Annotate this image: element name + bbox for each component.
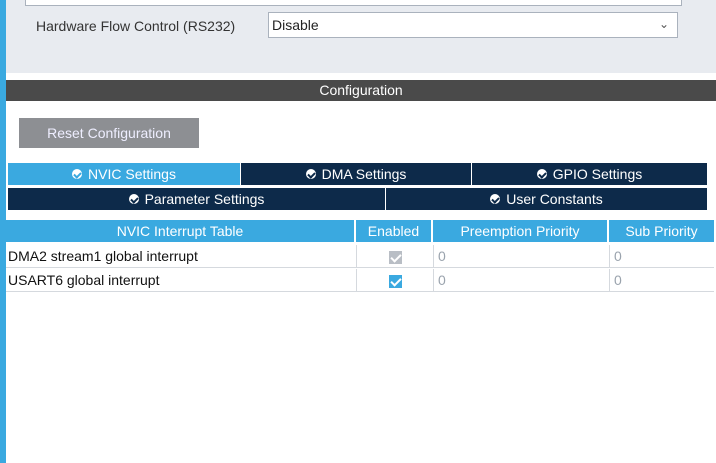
- tab-nvic-settings[interactable]: NVIC Settings: [8, 163, 241, 185]
- sub-priority-value[interactable]: 0: [609, 245, 714, 267]
- sub-priority-value[interactable]: 0: [609, 269, 714, 291]
- tab-parameter-settings[interactable]: Parameter Settings: [8, 188, 386, 210]
- column-header-preemption-priority[interactable]: Preemption Priority: [433, 220, 609, 242]
- check-circle-icon: [128, 194, 139, 204]
- column-header-enabled[interactable]: Enabled: [356, 220, 433, 242]
- tab-user-constants[interactable]: User Constants: [386, 188, 708, 210]
- enabled-cell: [356, 245, 433, 267]
- chevron-down-icon: ⌄: [658, 17, 669, 31]
- partially-visible-field[interactable]: [25, 0, 682, 6]
- tab-label: User Constants: [506, 191, 603, 207]
- tab-gpio-settings[interactable]: GPIO Settings: [472, 163, 708, 185]
- tab-dma-settings[interactable]: DMA Settings: [241, 163, 472, 185]
- preemption-priority-value[interactable]: 0: [433, 245, 609, 267]
- tab-label: NVIC Settings: [88, 166, 176, 182]
- column-header-sub-priority[interactable]: Sub Priority: [609, 220, 714, 242]
- check-circle-icon: [536, 169, 547, 179]
- column-header-nvic-interrupt-table[interactable]: NVIC Interrupt Table: [6, 220, 356, 242]
- tab-label: GPIO Settings: [552, 166, 643, 182]
- enabled-checkbox[interactable]: [388, 274, 402, 288]
- hfc-select-value: Disable: [272, 17, 319, 33]
- interrupt-name: DMA2 stream1 global interrupt: [8, 248, 198, 264]
- reset-configuration-button[interactable]: Reset Configuration: [19, 118, 199, 148]
- check-circle-icon: [305, 169, 316, 179]
- check-circle-icon: [72, 169, 83, 179]
- enabled-checkbox: [388, 250, 402, 264]
- tab-label: Parameter Settings: [144, 191, 265, 207]
- configuration-header: Configuration: [6, 80, 716, 101]
- table-row[interactable]: USART6 global interrupt 0 0: [6, 269, 714, 292]
- interrupt-name: USART6 global interrupt: [8, 272, 160, 288]
- preemption-priority-value[interactable]: 0: [433, 269, 609, 291]
- enabled-cell: [356, 269, 433, 291]
- check-circle-icon: [490, 194, 501, 204]
- hfc-select[interactable]: Disable ⌄: [268, 12, 678, 38]
- hfc-label: Hardware Flow Control (RS232): [36, 18, 236, 34]
- table-row[interactable]: DMA2 stream1 global interrupt 0 0: [6, 245, 714, 268]
- tab-label: DMA Settings: [321, 166, 407, 182]
